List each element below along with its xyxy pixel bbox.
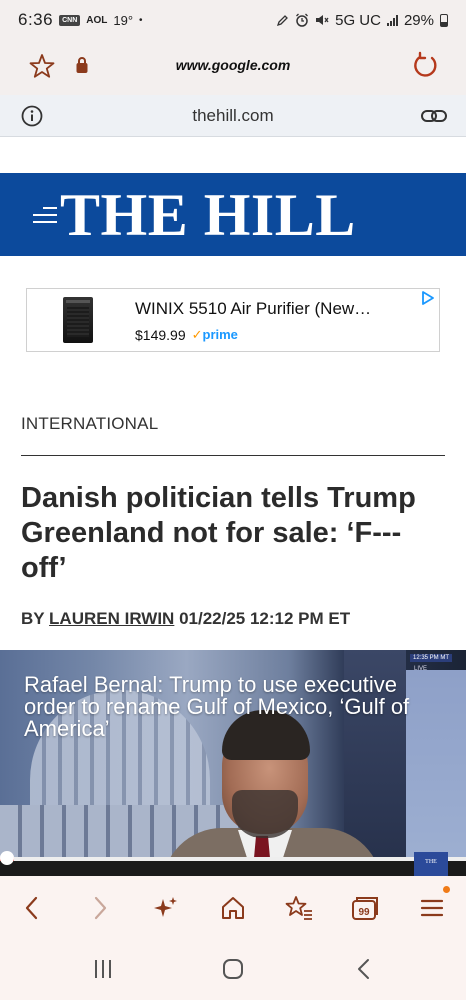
prime-label: prime	[202, 327, 238, 342]
ad-title[interactable]: WINIX 5510 Air Purifier (New…	[135, 299, 415, 319]
status-left: 6:36 CNN AOL 19° •	[18, 10, 143, 30]
status-bar: 6:36 CNN AOL 19° • 5G UC 29%	[0, 0, 466, 40]
air-purifier-image[interactable]	[63, 297, 93, 343]
site-header: THE HILL	[0, 173, 466, 256]
section-label[interactable]: INTERNATIONAL	[21, 414, 158, 434]
forward-icon[interactable]	[88, 894, 112, 927]
notification-dot	[443, 886, 450, 893]
video-progress-bar[interactable]	[0, 857, 466, 861]
menu-icon[interactable]	[418, 894, 446, 927]
battery-percent: 29%	[403, 11, 434, 29]
back-icon[interactable]	[20, 894, 44, 927]
browser-toolbar: 99	[0, 876, 466, 940]
article-byline: BY LAUREN IRWIN 01/22/25 12:12 PM ET	[21, 609, 350, 629]
article-headline: Danish politician tells Trump Greenland …	[21, 482, 416, 584]
aol-icon: AOL	[86, 14, 108, 26]
cnn-icon: CNN	[59, 14, 81, 26]
video-caption: Rafael Bernal: Trump to use executive or…	[24, 672, 410, 741]
recents-icon[interactable]	[92, 958, 114, 985]
home-nav-icon[interactable]	[222, 958, 244, 985]
status-time: 6:36	[18, 10, 54, 29]
status-temperature: 19°	[113, 12, 134, 28]
ad-choices-icon[interactable]	[421, 291, 435, 310]
prime-check-icon: ✓	[191, 327, 203, 342]
status-dot: •	[139, 14, 143, 26]
mute-icon	[316, 15, 329, 25]
sparkle-icon[interactable]	[152, 894, 180, 927]
site-info-bar: thehill.com	[0, 95, 466, 137]
pencil-icon	[277, 14, 289, 26]
network-type: 5G UC	[335, 11, 381, 29]
byline-prefix: BY	[21, 609, 45, 628]
link-icon[interactable]	[420, 105, 448, 132]
product-ad[interactable]: WINIX 5510 Air Purifier (New… $149.99 ✓p…	[26, 288, 440, 352]
battery-icon	[440, 13, 448, 27]
video-chyron-time: 12:35 PM MT	[410, 654, 453, 662]
article-date: 01/22/25 12:12 PM ET	[179, 609, 351, 628]
ad-price: $149.99	[135, 326, 186, 343]
url-field[interactable]: www.google.com	[0, 57, 466, 73]
tabs-count: 99	[358, 907, 370, 918]
url-bar: www.google.com	[0, 40, 466, 95]
video-controls-bar	[0, 861, 466, 876]
bookmarks-icon[interactable]	[284, 894, 314, 927]
video-player[interactable]: 12:35 PM MT LIVE Rafael Bernal: Trump to…	[0, 650, 466, 876]
signal-icon	[386, 14, 398, 26]
tabs-icon[interactable]: 99	[350, 894, 380, 927]
video-corner-logo: THE	[414, 852, 448, 876]
section-divider	[21, 455, 445, 456]
ad-price-row: $149.99 ✓prime	[135, 326, 238, 343]
reload-icon[interactable]	[410, 50, 440, 85]
video-live-label: LIVE	[414, 666, 428, 672]
video-scrubber-handle[interactable]	[0, 851, 14, 865]
site-domain[interactable]: thehill.com	[0, 106, 466, 126]
author-link[interactable]: LAUREN IRWIN	[49, 609, 174, 628]
alarm-icon	[296, 13, 309, 27]
prime-badge: ✓prime	[192, 326, 238, 343]
home-icon[interactable]	[219, 894, 247, 927]
site-logo[interactable]: THE HILL	[60, 185, 356, 245]
status-right: 5G UC 29%	[276, 12, 448, 29]
hamburger-menu-icon[interactable]	[33, 207, 57, 228]
android-navigation-bar	[0, 940, 466, 1000]
back-nav-icon[interactable]	[354, 958, 374, 985]
